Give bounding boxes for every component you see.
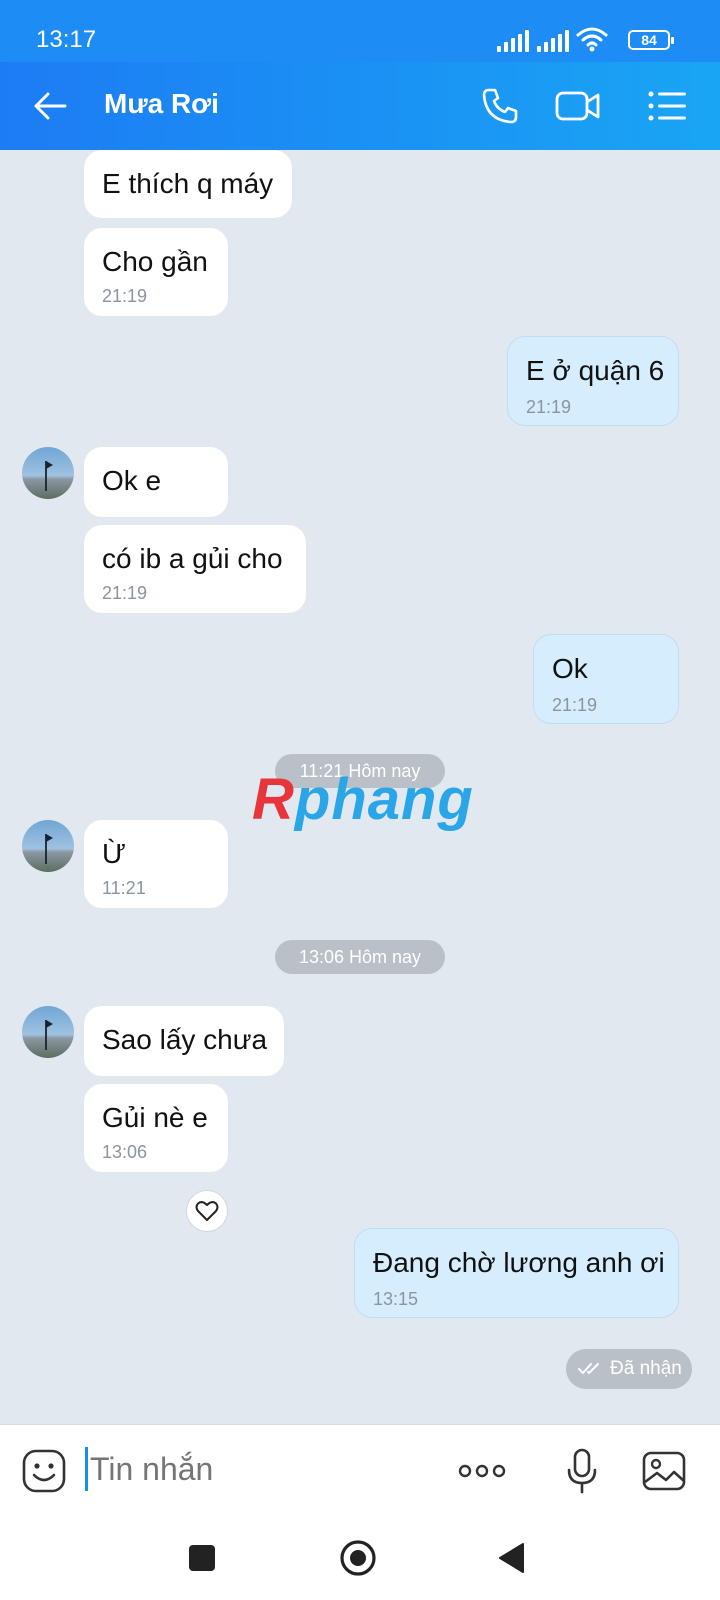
system-navigation-bar bbox=[0, 1516, 720, 1600]
gallery-button[interactable] bbox=[640, 1447, 688, 1495]
emoji-button[interactable] bbox=[20, 1447, 68, 1495]
reaction-button[interactable] bbox=[186, 1190, 228, 1232]
message-text: Cho gần bbox=[102, 246, 208, 277]
contact-avatar[interactable] bbox=[22, 1006, 74, 1058]
heart-icon bbox=[195, 1201, 219, 1221]
message-bubble-incoming[interactable]: Cho gần 21:19 bbox=[84, 228, 228, 316]
message-bubble-incoming[interactable]: Ok e bbox=[84, 447, 228, 517]
back-arrow-icon bbox=[34, 92, 67, 120]
image-icon bbox=[642, 1451, 686, 1491]
message-time: 21:19 bbox=[526, 397, 572, 417]
message-text: Sao lấy chưa bbox=[102, 1024, 268, 1055]
message-bubble-incoming[interactable]: E thích q máy bbox=[84, 150, 292, 218]
message-text: Gủi nè e bbox=[102, 1102, 208, 1133]
signal-icon bbox=[497, 30, 529, 52]
status-time: 13:17 bbox=[36, 26, 97, 53]
triangle-back-icon bbox=[499, 1543, 524, 1573]
video-call-button[interactable] bbox=[554, 82, 602, 130]
message-text: E thích q máy bbox=[102, 168, 274, 199]
wifi-icon bbox=[576, 27, 608, 52]
text-caret bbox=[85, 1447, 88, 1491]
phone-icon bbox=[482, 88, 518, 124]
battery-icon: 84 bbox=[628, 30, 674, 50]
message-time: 21:19 bbox=[102, 286, 148, 306]
video-call-icon bbox=[555, 91, 600, 121]
double-check-icon bbox=[578, 1363, 599, 1374]
message-bubble-incoming[interactable]: có ib a gủi cho 21:19 bbox=[84, 525, 306, 613]
message-input[interactable] bbox=[90, 1451, 390, 1488]
back-button[interactable] bbox=[26, 82, 74, 130]
message-bubble-incoming[interactable]: Gủi nè e 13:06 bbox=[84, 1084, 228, 1172]
message-composer bbox=[0, 1424, 720, 1516]
message-time: 21:19 bbox=[102, 583, 148, 603]
message-text: Ok bbox=[552, 653, 588, 684]
message-bubble-outgoing[interactable]: E ở quận 6 21:19 bbox=[507, 336, 679, 426]
message-bubble-incoming[interactable]: Sao lấy chưa bbox=[84, 1006, 284, 1076]
message-time: 11:21 bbox=[102, 878, 146, 898]
signal-icon-2 bbox=[537, 30, 569, 52]
message-text: E ở quận 6 bbox=[526, 355, 665, 386]
message-text: Ừ bbox=[102, 838, 126, 869]
contact-avatar[interactable] bbox=[22, 820, 74, 872]
home-circle-icon bbox=[340, 1540, 376, 1576]
message-list[interactable]: E thích q máy Cho gần 21:19 E ở quận 6 2… bbox=[0, 150, 720, 1424]
contact-avatar[interactable] bbox=[22, 447, 74, 499]
more-dots-icon bbox=[458, 1464, 506, 1478]
message-time: 21:19 bbox=[552, 695, 598, 715]
more-options-button[interactable] bbox=[458, 1447, 506, 1495]
status-bar: 13:17 84 bbox=[0, 0, 720, 62]
square-icon bbox=[189, 1545, 215, 1571]
date-separator: 13:06 Hôm nay bbox=[275, 940, 445, 974]
sticker-icon bbox=[22, 1449, 66, 1493]
back-nav-button[interactable] bbox=[484, 1530, 540, 1586]
watermark-logo: Rphang bbox=[252, 767, 474, 832]
delivery-status: Đã nhận bbox=[566, 1349, 692, 1389]
message-bubble-incoming[interactable]: Ừ 11:21 bbox=[84, 820, 228, 908]
delivery-status-label: Đã nhận bbox=[610, 1358, 682, 1379]
message-bubble-outgoing[interactable]: Đang chờ lương anh ơi 13:15 bbox=[354, 1228, 679, 1318]
home-button[interactable] bbox=[330, 1530, 386, 1586]
message-text: Đang chờ lương anh ơi bbox=[373, 1247, 665, 1278]
menu-list-icon bbox=[648, 91, 686, 121]
message-bubble-outgoing[interactable]: Ok 21:19 bbox=[533, 634, 679, 724]
message-text: Ok e bbox=[102, 465, 162, 496]
contact-name[interactable]: Mưa Rơi bbox=[104, 88, 219, 120]
message-time: 13:15 bbox=[373, 1289, 419, 1309]
voice-button[interactable] bbox=[558, 1447, 606, 1495]
chat-header: Mưa Rơi bbox=[0, 62, 720, 150]
message-time: 13:06 bbox=[102, 1142, 148, 1162]
microphone-icon bbox=[567, 1448, 597, 1494]
call-button[interactable] bbox=[476, 82, 524, 130]
menu-button[interactable] bbox=[644, 82, 692, 130]
recent-apps-button[interactable] bbox=[174, 1530, 230, 1586]
message-text: có ib a gủi cho bbox=[102, 543, 283, 574]
